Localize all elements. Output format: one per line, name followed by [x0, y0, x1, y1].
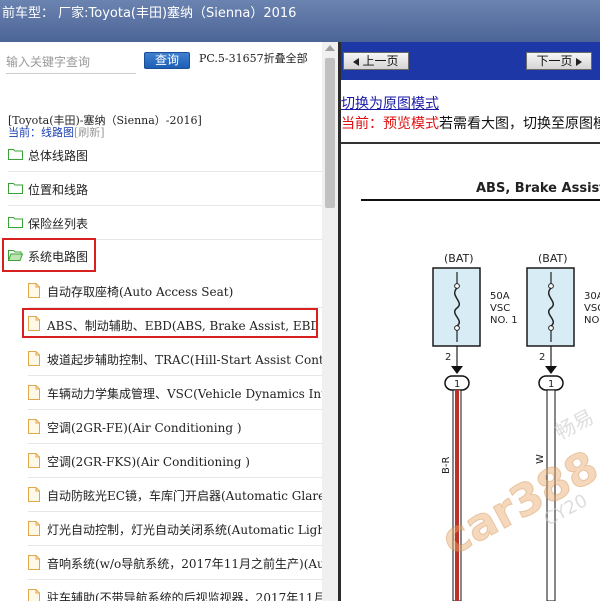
tree-item-hill-start-trac[interactable]: 坡道起步辅助控制、TRAC(Hill-Start Assist Control、…	[0, 342, 322, 376]
tree-item-label: 空调(2GR-FE)(Air Conditioning )	[47, 421, 242, 435]
vehicle-title: 前车型： 厂家:Toyota(丰田)塞纳（Sienna）2016	[2, 6, 297, 21]
mode-hint: 若需看大图，切换至原图模式	[439, 116, 600, 132]
terminal-arrow-icon	[451, 366, 463, 374]
tree-item-light-control[interactable]: 灯光自动控制，灯光自动关闭系统(Automatic Light Control)	[0, 512, 322, 546]
arrow-right-icon	[575, 57, 582, 66]
document-icon	[28, 316, 40, 331]
pin-label-2: 2	[539, 352, 545, 363]
tree-item-ac-2gr-fks[interactable]: 空调(2GR-FKS)(Air Conditioning )	[0, 444, 322, 478]
terminal-arrow-icon	[545, 366, 557, 374]
fuse2-amp: 30A	[584, 291, 600, 302]
tree-folder-label: 保险丝列表	[28, 217, 89, 231]
document-icon	[28, 555, 40, 570]
search-input[interactable]	[6, 52, 138, 72]
left-panel: 查询 PC.5-31657折叠全部 [Toyota(丰田)-塞纳（Sienna）…	[0, 42, 338, 601]
pin-label-1: 2	[445, 352, 451, 363]
folder-icon	[8, 182, 23, 194]
switch-original-mode-link[interactable]: 切换为原图模式	[341, 93, 439, 113]
tree-folder-label: 系统电路图	[28, 250, 89, 264]
tree-item-label: 车辆动力学集成管理、VSC(Vehicle Dynamics Integrate…	[47, 387, 322, 401]
tree-item-parking-assist[interactable]: 驻车辅助(不带导航系统的后视监视器，2017年11月)	[0, 580, 322, 601]
search-button[interactable]: 查询	[144, 52, 190, 69]
tree-item-label: ABS、制动辅助、EBD(ABS, Brake Assist, EBD)	[47, 319, 318, 333]
wire-label-2: W	[535, 454, 546, 464]
tree-item-vsc[interactable]: 车辆动力学集成管理、VSC(Vehicle Dynamics Integrate…	[0, 376, 322, 410]
tree-folder-location-routing[interactable]: 位置和线路	[0, 172, 322, 206]
wire-w[interactable]	[546, 389, 556, 601]
fuse2-number: NO. 2	[584, 315, 600, 326]
tree-item-ec-mirror[interactable]: 自动防眩光EC镜，车库门开启器(Automatic Glare-Resistan…	[0, 478, 322, 512]
fuse1-amp: 50A	[490, 291, 510, 302]
tree-folder-label: 总体线路图	[28, 149, 89, 163]
document-icon	[28, 453, 40, 468]
tree-item-abs-brake-assist-ebd[interactable]: ABS、制动辅助、EBD(ABS, Brake Assist, EBD)	[22, 308, 318, 338]
connector-pin-1: 1	[454, 379, 460, 390]
mode-status: 当前：预览模式若需看大图，切换至原图模式	[341, 113, 600, 133]
tree-item-label: 灯光自动控制，灯光自动关闭系统(Automatic Light Control)	[47, 523, 322, 537]
wire-b-r[interactable]	[455, 390, 459, 601]
scrollbar-thumb[interactable]	[325, 58, 335, 208]
fuse2-name: VSC	[584, 303, 600, 314]
arrow-left-icon	[353, 57, 360, 66]
document-icon	[28, 521, 40, 536]
tree-folder-system-circuits[interactable]: 系统电路图	[2, 238, 96, 272]
title-underline	[361, 199, 600, 201]
connector-pin-2: 1	[548, 379, 554, 390]
tree-item-label: 音响系统(w/o导航系统，2017年11月之前生产)(Audio System)	[47, 557, 322, 571]
folder-icon	[8, 216, 23, 228]
tree-folder-fuse-list[interactable]: 保险丝列表	[0, 206, 322, 240]
scroll-up-icon[interactable]	[325, 45, 335, 51]
document-icon	[28, 351, 40, 366]
folder-icon	[8, 148, 23, 160]
document-icon	[28, 589, 40, 601]
fuse1-name: VSC	[490, 303, 510, 314]
tree-folder-label: 位置和线路	[28, 183, 89, 197]
title-bar: 前车型： 厂家:Toyota(丰田)塞纳（Sienna）2016	[0, 0, 600, 42]
bat-label-2: (BAT)	[538, 252, 568, 265]
diagram-title: ABS, Brake Assist	[476, 181, 600, 196]
tree-item-label: 自动存取座椅(Auto Access Seat)	[47, 285, 234, 299]
search-underline	[6, 73, 136, 74]
tree-folder-overall-wiring[interactable]: 总体线路图	[0, 138, 322, 172]
wire-label-1: B-R	[441, 457, 452, 474]
tree-item-label: 坡道起步辅助控制、TRAC(Hill-Start Assist Control、…	[47, 353, 322, 367]
tree-item-audio-system[interactable]: 音响系统(w/o导航系统，2017年11月之前生产)(Audio System)	[0, 546, 322, 580]
tree-item-label: 自动防眩光EC镜，车库门开启器(Automatic Glare-Resistan…	[47, 489, 322, 503]
page-nav-bar: 上一页 下一页	[341, 42, 600, 80]
search-row: 查询 PC.5-31657折叠全部	[0, 42, 322, 82]
left-scrollbar[interactable]	[322, 42, 338, 601]
document-icon	[28, 487, 40, 502]
document-icon	[28, 419, 40, 434]
diagram-viewer: 上一页 下一页 切换为原图模式 当前：预览模式若需看大图，切换至原图模式 ABS…	[341, 42, 600, 601]
folder-open-icon	[8, 249, 23, 261]
tree-item-ac-2gr-fe[interactable]: 空调(2GR-FE)(Air Conditioning )	[0, 410, 322, 444]
prev-page-button[interactable]: 上一页	[343, 52, 409, 70]
tree-item-label: 驻车辅助(不带导航系统的后视监视器，2017年11月)	[47, 591, 322, 601]
tree-item-auto-access-seat[interactable]: 自动存取座椅(Auto Access Seat)	[0, 274, 322, 308]
tree-item-label: 空调(2GR-FKS)(Air Conditioning )	[47, 455, 250, 469]
next-page-button[interactable]: 下一页	[526, 52, 592, 70]
document-icon	[28, 283, 40, 298]
fuse1-number: NO. 1	[490, 315, 518, 326]
mode-current: 当前：预览模式	[341, 116, 439, 132]
wiring-diagram[interactable]: ABS, Brake Assist (BAT) 50A VSC NO. 1 (B…	[341, 144, 600, 601]
bat-label-1: (BAT)	[444, 252, 474, 265]
document-icon	[28, 385, 40, 400]
collapse-all-link[interactable]: PC.5-31657折叠全部	[199, 50, 308, 66]
category-tree: 总体线路图 位置和线路 保险丝列表 系统电路图 自动存取座椅(Auto Acce…	[0, 138, 322, 601]
